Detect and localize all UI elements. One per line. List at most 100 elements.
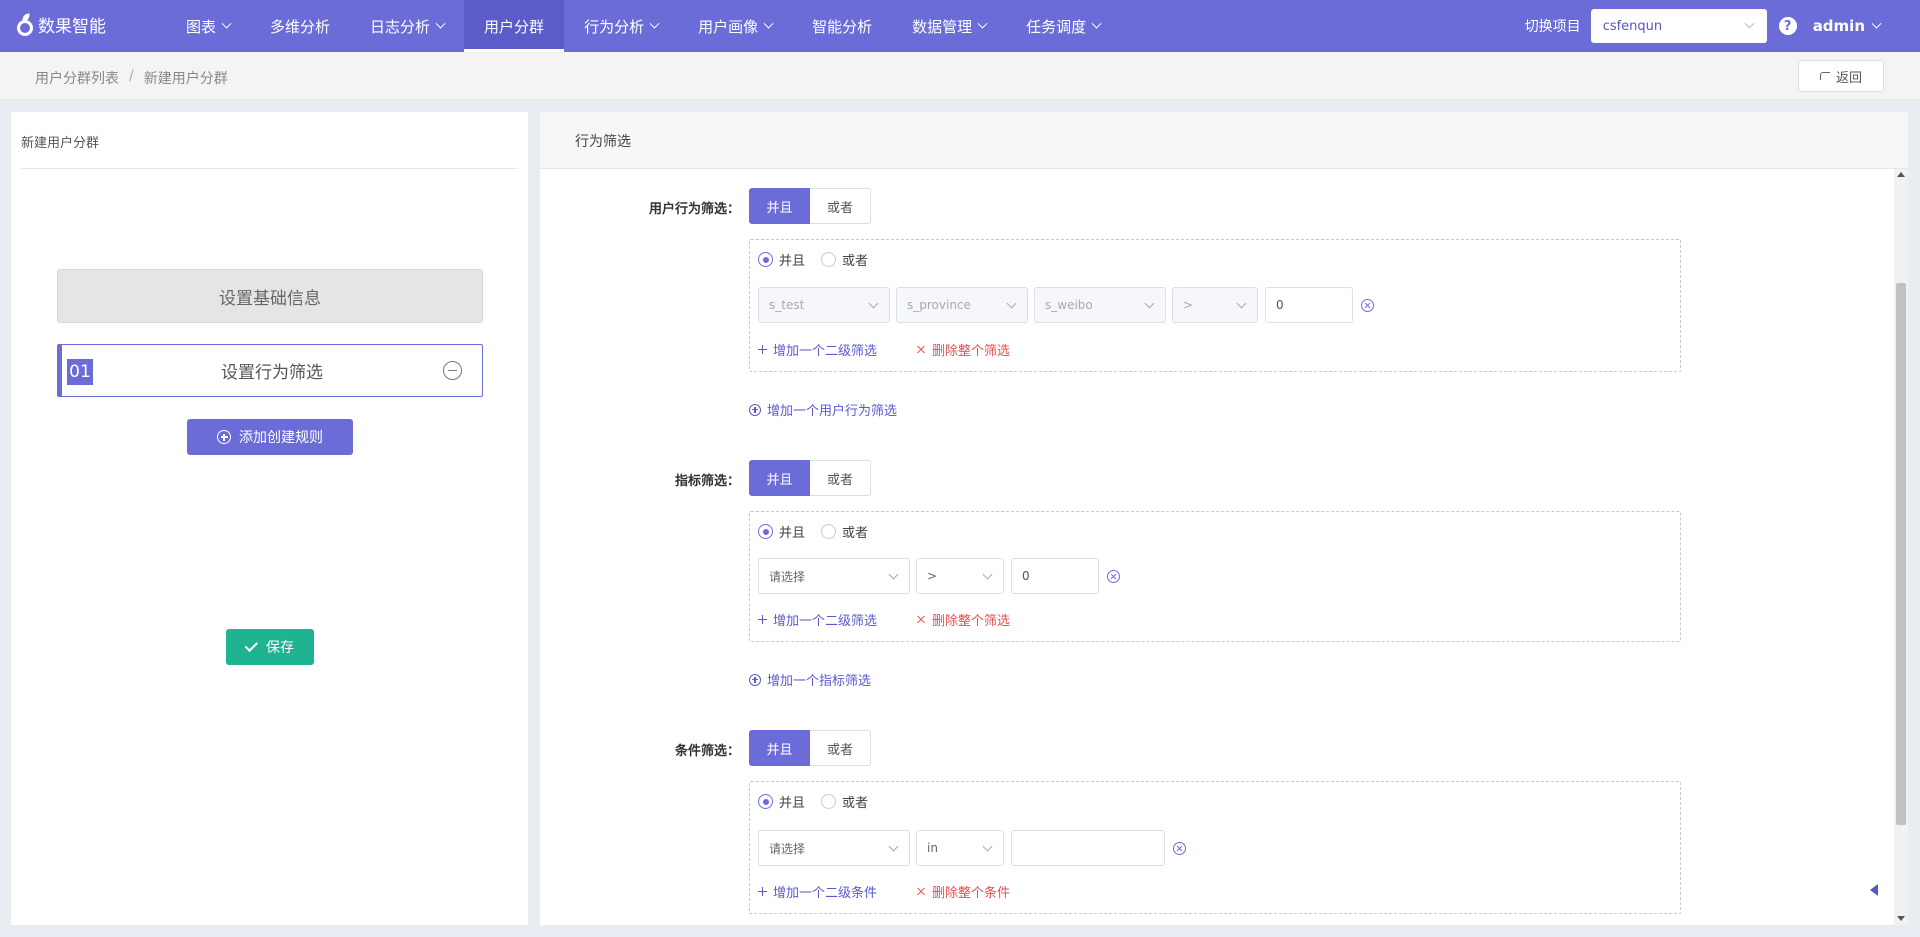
clear-circle-icon[interactable] bbox=[1173, 842, 1186, 855]
radio-or[interactable]: 或者 bbox=[821, 250, 868, 269]
chevron-down-icon bbox=[435, 18, 446, 29]
nav-item-smart[interactable]: 智能分析 bbox=[792, 0, 892, 52]
condition-filter-label: 条件筛选： bbox=[674, 744, 740, 759]
radio-and[interactable]: 并且 bbox=[758, 250, 805, 269]
toggle-or[interactable]: 或者 bbox=[810, 188, 871, 224]
toggle-and[interactable]: 并且 bbox=[749, 460, 810, 496]
operator-select[interactable]: in bbox=[916, 830, 1004, 866]
main-nav: 图表 多维分析 日志分析 用户分群 行为分析 用户画像 智能分析 数据管理 任务… bbox=[166, 0, 1120, 52]
chevron-down-icon bbox=[982, 841, 993, 852]
metric-filter-label: 指标筛选： bbox=[674, 474, 740, 489]
event-select[interactable]: s_test bbox=[758, 287, 890, 323]
back-button[interactable]: 返回 bbox=[1798, 60, 1884, 92]
nav-item-profile[interactable]: 用户画像 bbox=[678, 0, 792, 52]
chevron-down-icon bbox=[977, 18, 988, 29]
plus-icon bbox=[758, 345, 767, 354]
scroll-thumb[interactable] bbox=[1896, 283, 1906, 825]
chevron-down-icon bbox=[982, 569, 993, 580]
logic-radio-group: 并且 或者 bbox=[758, 792, 868, 811]
behavior-filter-box: 并且 或者 s_test s_province s_weibo > 0 增加一个… bbox=[749, 239, 1681, 372]
chevron-down-icon bbox=[1006, 298, 1017, 309]
logic-radio-group: 并且 或者 bbox=[758, 522, 868, 541]
delete-condition-link[interactable]: 删除整个条件 bbox=[916, 882, 1010, 901]
add-secondary-condition-link[interactable]: 增加一个二级条件 bbox=[758, 882, 877, 901]
filter-panel: 行为筛选 用户行为筛选： 并且 或者 并且 或者 s_test s_provin… bbox=[540, 112, 1908, 925]
add-secondary-filter-link[interactable]: 增加一个二级筛选 bbox=[758, 610, 877, 629]
step-behavior-filter[interactable]: 01 设置行为筛选 bbox=[57, 344, 483, 397]
radio-checked-icon bbox=[758, 524, 773, 539]
nav-item-logs[interactable]: 日志分析 bbox=[350, 0, 464, 52]
toggle-or[interactable]: 或者 bbox=[810, 460, 871, 496]
toggle-and[interactable]: 并且 bbox=[749, 730, 810, 766]
scroll-down-icon[interactable] bbox=[1897, 916, 1905, 921]
property-select[interactable]: s_province bbox=[896, 287, 1028, 323]
clear-circle-icon[interactable] bbox=[1107, 570, 1120, 583]
delete-filter-link[interactable]: 删除整个筛选 bbox=[916, 610, 1010, 629]
threshold-input[interactable]: 0 bbox=[1265, 287, 1353, 323]
step-label: 设置行为筛选 bbox=[221, 363, 323, 383]
nav-item-data[interactable]: 数据管理 bbox=[892, 0, 1006, 52]
scroll-up-icon[interactable] bbox=[1897, 172, 1905, 177]
value-select[interactable]: s_weibo bbox=[1034, 287, 1166, 323]
nav-item-segments[interactable]: 用户分群 bbox=[464, 0, 565, 52]
app-logo[interactable]: 数果智能 bbox=[16, 12, 106, 37]
filter-panel-header: 行为筛选 bbox=[540, 112, 1908, 169]
radio-unchecked-icon bbox=[821, 252, 837, 267]
radio-checked-icon bbox=[758, 252, 773, 267]
add-rule-button[interactable]: 添加创建规则 bbox=[187, 419, 353, 455]
chevron-down-icon bbox=[221, 18, 232, 29]
metric-value-input[interactable]: 0 bbox=[1011, 558, 1099, 594]
add-secondary-filter-link[interactable]: 增加一个二级筛选 bbox=[758, 340, 877, 359]
chevron-down-icon bbox=[1236, 298, 1247, 309]
nav-item-behavior[interactable]: 行为分析 bbox=[564, 0, 678, 52]
add-behavior-filter-link[interactable]: 增加一个用户行为筛选 bbox=[749, 400, 897, 419]
operator-select[interactable]: > bbox=[1172, 287, 1258, 323]
filter-panel-title: 行为筛选 bbox=[575, 134, 631, 150]
back-arrow-icon bbox=[1819, 72, 1830, 80]
chevron-down-icon bbox=[1091, 18, 1102, 29]
breadcrumb: 用户分群列表 / 新建用户分群 bbox=[35, 68, 228, 88]
condition-logic-toggle: 并且 或者 bbox=[749, 730, 871, 766]
toggle-or[interactable]: 或者 bbox=[810, 730, 871, 766]
operator-select[interactable]: > bbox=[916, 558, 1004, 594]
user-menu[interactable]: admin bbox=[1812, 17, 1882, 35]
step-basic-info[interactable]: 设置基础信息 bbox=[57, 269, 483, 323]
clear-circle-icon[interactable] bbox=[1361, 299, 1374, 312]
chevron-down-icon bbox=[888, 569, 899, 580]
condition-value-input[interactable] bbox=[1011, 830, 1165, 866]
breadcrumb-parent[interactable]: 用户分群列表 bbox=[35, 68, 119, 88]
radio-or[interactable]: 或者 bbox=[821, 522, 868, 541]
help-icon[interactable]: ? bbox=[1778, 17, 1797, 35]
save-button[interactable]: 保存 bbox=[226, 629, 314, 665]
username: admin bbox=[1812, 17, 1865, 35]
nav-item-multidim[interactable]: 多维分析 bbox=[250, 0, 350, 52]
plus-circle-icon bbox=[749, 673, 761, 686]
add-metric-filter-link[interactable]: 增加一个指标筛选 bbox=[749, 670, 871, 689]
collapse-left-icon[interactable] bbox=[1870, 884, 1878, 896]
check-icon bbox=[244, 638, 259, 652]
radio-and[interactable]: 并且 bbox=[758, 792, 805, 811]
condition-field-select[interactable]: 请选择 bbox=[758, 830, 910, 866]
top-navbar: 数果智能 图表 多维分析 日志分析 用户分群 行为分析 用户画像 智能分析 数据… bbox=[0, 0, 1920, 52]
metric-select[interactable]: 请选择 bbox=[758, 558, 910, 594]
project-select[interactable]: csfenqun bbox=[1590, 9, 1767, 43]
save-label: 保存 bbox=[266, 640, 294, 656]
remove-circle-icon[interactable] bbox=[443, 361, 462, 380]
chevron-down-icon bbox=[649, 18, 660, 29]
toggle-and[interactable]: 并且 bbox=[749, 188, 810, 224]
radio-or[interactable]: 或者 bbox=[821, 792, 868, 811]
plus-icon bbox=[758, 615, 767, 624]
nav-item-tasks[interactable]: 任务调度 bbox=[1006, 0, 1120, 52]
panel-title: 新建用户分群 bbox=[21, 136, 100, 151]
delete-filter-link[interactable]: 删除整个筛选 bbox=[916, 340, 1010, 359]
radio-unchecked-icon bbox=[821, 794, 837, 809]
condition-filter-box: 并且 或者 请选择 in 增加一个二级条件 删除整个条件 bbox=[749, 781, 1681, 914]
logic-radio-group: 并且 或者 bbox=[758, 250, 868, 269]
vertical-scrollbar[interactable] bbox=[1894, 169, 1908, 925]
chevron-down-icon bbox=[888, 841, 899, 852]
close-icon bbox=[916, 615, 926, 625]
logo-text: 数果智能 bbox=[38, 17, 106, 37]
radio-and[interactable]: 并且 bbox=[758, 522, 805, 541]
nav-item-charts[interactable]: 图表 bbox=[166, 0, 250, 52]
switch-project-label: 切换项目 bbox=[1524, 19, 1581, 35]
